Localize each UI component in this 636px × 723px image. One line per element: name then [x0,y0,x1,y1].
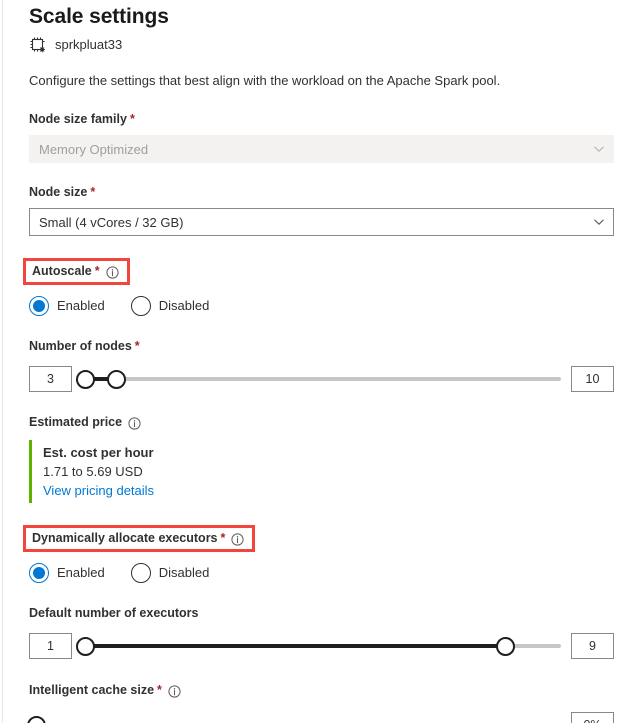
info-icon[interactable] [128,417,141,430]
page-title: Scale settings [29,5,169,28]
number-of-nodes-label-text: Number of nodes [29,339,132,353]
default-executors-max-box[interactable]: 9 [571,633,614,659]
dynamic-executors-disabled-label: Disabled [158,565,210,580]
node-size-label-text: Node size [29,185,88,199]
default-executors-min-box[interactable]: 1 [29,633,72,659]
slider-handle-min[interactable] [76,636,96,656]
estimated-price-label: Estimated price [29,414,141,431]
node-size-family-label: Node size family * [29,111,135,128]
intelligent-cache-slider-row: 0% [26,711,614,723]
resource-row: sprkpluat33 [29,35,614,55]
number-of-nodes-max-box[interactable]: 10 [571,366,614,392]
intelligent-cache-label: Intelligent cache size * [29,682,181,699]
autoscale-radio-enabled[interactable]: Enabled [29,296,105,316]
dynamic-executors-radio-group: Enabled Disabled [29,563,614,583]
resource-name: sprkpluat33 [55,37,123,52]
slider-handle-max[interactable] [106,369,126,389]
price-card-value: 1.71 to 5.69 USD [43,464,143,479]
field-number-of-nodes: Number of nodes * 3 10 [29,337,614,393]
estimated-price-card: Est. cost per hour 1.71 to 5.69 USD View… [29,440,614,503]
field-autoscale: Autoscale * Enabled Disabled [23,258,614,316]
node-size-label: Node size * [29,184,95,201]
dynamic-executors-enabled-label: Enabled [57,565,105,580]
info-icon[interactable] [106,265,119,279]
dynamic-executors-label-text: Dynamically allocate executors [32,531,218,545]
autoscale-label: Autoscale * [32,263,119,279]
dynamic-executors-radio-enabled[interactable]: Enabled [29,563,105,583]
slider-track [82,377,561,381]
node-size-family-dropdown[interactable]: Memory Optimized [29,135,614,163]
field-default-executors: Default number of executors 1 9 [29,604,614,660]
required-asterisk: * [157,683,162,697]
node-size-family-label-text: Node size family [29,112,127,126]
panel-description: Configure the settings that best align w… [29,73,501,88]
autoscale-radio-disabled[interactable]: Disabled [130,296,210,316]
chevron-down-icon [593,216,605,228]
spark-pool-chip-icon [29,36,47,54]
slider-handle-max[interactable] [496,636,516,656]
autoscale-radio-group: Enabled Disabled [29,296,614,316]
node-size-family-value: Memory Optimized [39,141,149,157]
info-icon[interactable] [231,532,244,546]
radio-indicator-selected [29,296,49,316]
slider-handle-min[interactable] [76,369,96,389]
panel-left-edge [2,0,3,723]
radio-indicator-unselected [130,563,151,583]
radio-indicator-selected [29,563,49,583]
price-card-title: Est. cost per hour [43,445,154,460]
number-of-nodes-slider[interactable] [76,365,561,393]
estimated-price-label-text: Estimated price [29,415,123,429]
slider-track-fill [85,644,506,648]
intelligent-cache-label-text: Intelligent cache size [29,683,155,697]
intelligent-cache-value-box[interactable]: 0% [571,712,614,723]
dynamic-executors-radio-disabled[interactable]: Disabled [130,563,210,583]
field-estimated-price: Estimated price Est. cost per hour 1.71 … [29,413,614,503]
field-intelligent-cache: Intelligent cache size * 0% [26,681,614,723]
field-node-size-family: Node size family * Memory Optimized [29,110,614,163]
autoscale-label-text: Autoscale [32,264,92,278]
info-icon[interactable] [168,685,181,698]
default-executors-slider[interactable] [76,632,561,660]
view-pricing-details-link[interactable]: View pricing details [43,481,154,500]
number-of-nodes-label: Number of nodes * [29,338,140,355]
node-size-dropdown[interactable]: Small (4 vCores / 32 GB) [29,208,614,236]
node-size-value: Small (4 vCores / 32 GB) [39,214,184,230]
radio-indicator-unselected [130,296,151,316]
field-node-size: Node size * Small (4 vCores / 32 GB) [29,183,614,236]
number-of-nodes-min-box[interactable]: 3 [29,366,72,392]
intelligent-cache-slider[interactable] [26,711,561,723]
panel-content: Scale settings sprkpluat33 Configure the… [23,0,614,723]
slider-handle[interactable] [26,715,46,723]
autoscale-highlight-box: Autoscale * [23,258,130,285]
required-asterisk: * [94,264,100,278]
autoscale-disabled-label: Disabled [158,298,210,313]
number-of-nodes-slider-row: 3 10 [29,365,614,393]
dynamic-executors-highlight-box: Dynamically allocate executors * [23,525,256,552]
required-asterisk: * [90,185,96,199]
chevron-down-icon [593,143,605,155]
scale-settings-panel: Scale settings sprkpluat33 Configure the… [0,0,636,723]
default-executors-label-text: Default number of executors [29,606,199,620]
field-dynamic-executors: Dynamically allocate executors * Enabled [23,525,614,583]
default-executors-slider-row: 1 9 [29,632,614,660]
dynamic-executors-label: Dynamically allocate executors * [32,530,244,546]
required-asterisk: * [129,112,135,126]
required-asterisk: * [220,531,226,545]
autoscale-enabled-label: Enabled [57,298,105,313]
default-executors-label: Default number of executors [29,605,201,622]
required-asterisk: * [134,339,140,353]
